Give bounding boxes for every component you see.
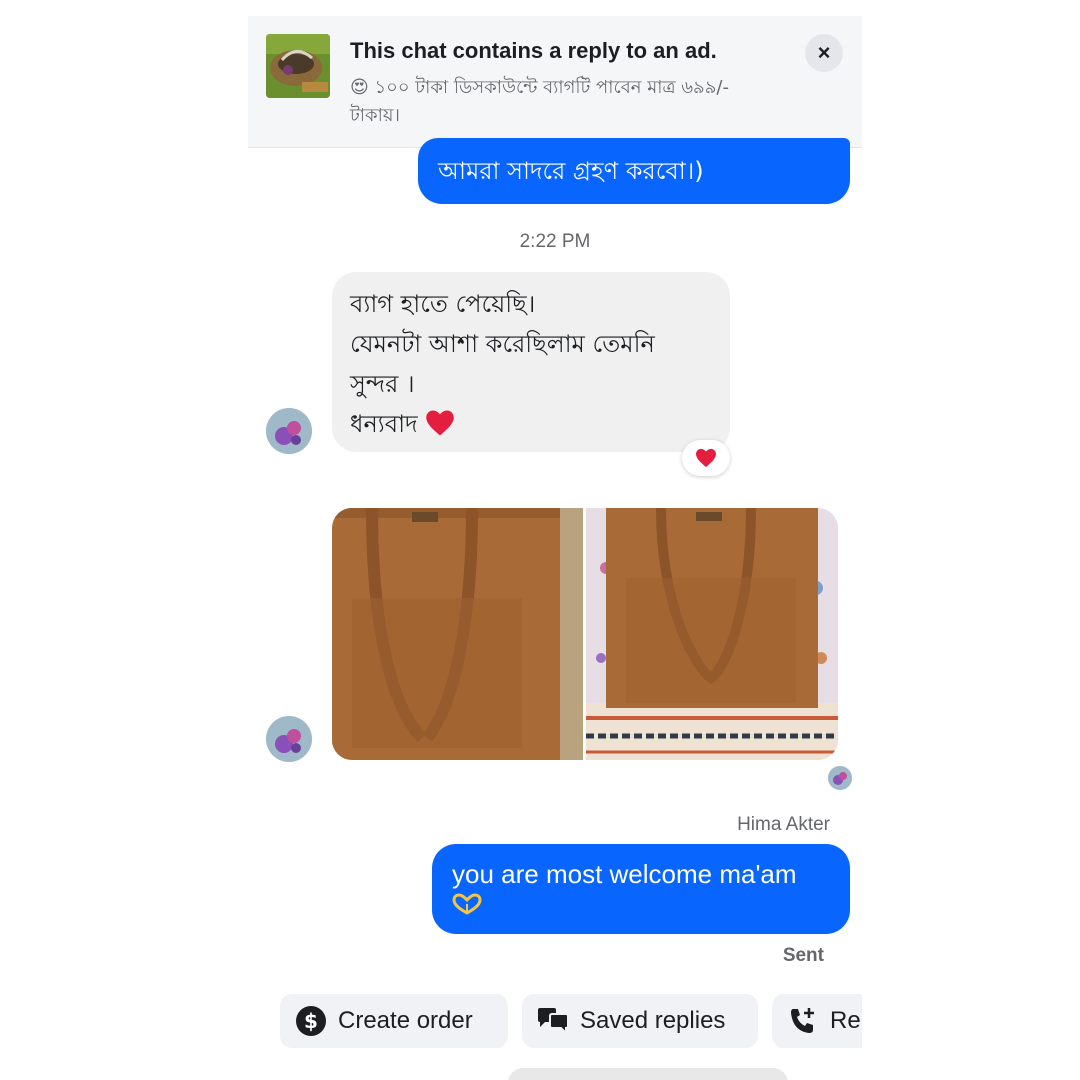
chat-screen: This chat contains a reply to an ad. 😍 ১… — [248, 0, 862, 1080]
contact-avatar[interactable] — [266, 716, 312, 762]
request-call-button[interactable]: Re — [772, 994, 862, 1048]
sent-status: Sent — [782, 945, 824, 966]
bottom-input-pill[interactable] — [508, 1068, 788, 1080]
phone-plus-icon — [786, 1004, 820, 1038]
close-icon: × — [817, 40, 831, 65]
message-text: আমরা সাদরে গ্রহণ করবো।) — [438, 157, 704, 185]
bag-photo-2[interactable] — [586, 508, 838, 760]
message-timestamp: 2:22 PM — [519, 231, 591, 252]
message-line-text: ধন্যবাদ — [350, 410, 418, 438]
ad-banner-subtitle: 😍 ১০০ টাকা ডিসকাউন্টে ব্যাগটি পাবেন মাত্… — [350, 74, 770, 130]
create-order-button[interactable]: $ Create order — [280, 994, 508, 1048]
contact-avatar[interactable] — [266, 408, 312, 454]
heart-reaction[interactable] — [682, 440, 730, 476]
dollar-icon: $ — [294, 1004, 328, 1038]
message-text: you are most welcome ma'am — [452, 859, 797, 889]
heart-hands-icon — [452, 893, 482, 915]
heart-reaction-icon — [696, 448, 716, 468]
red-heart-icon — [426, 410, 455, 436]
close-banner-button[interactable]: × — [805, 34, 843, 72]
message-line: সুন্দর । — [350, 370, 415, 398]
request-call-label: Re — [830, 1007, 861, 1034]
sender-name: Hima Akter — [737, 814, 830, 835]
create-order-label: Create order — [338, 1007, 473, 1034]
outgoing-message-previous[interactable]: আমরা সাদরে গ্রহণ করবো।) — [418, 138, 850, 204]
ad-banner-title: This chat contains a reply to an ad. — [350, 38, 717, 63]
incoming-message[interactable]: ব্যাগ হাতে পেয়েছি। যেমনটা আশা করেছিলাম … — [332, 272, 730, 452]
smiling-heart-eyes-emoji: 😍 — [350, 77, 369, 98]
svg-text:$: $ — [304, 1009, 318, 1033]
outgoing-message[interactable]: you are most welcome ma'am — [432, 844, 850, 934]
bag-photo-1[interactable] — [332, 508, 583, 760]
message-line: যেমনটা আশা করেছিলাম তেমনি — [350, 330, 655, 358]
seen-avatar — [828, 766, 852, 790]
chat-bubbles-icon — [536, 1004, 570, 1038]
saved-replies-button[interactable]: Saved replies — [522, 994, 758, 1048]
ad-subtitle-text: ১০০ টাকা ডিসকাউন্টে ব্যাগটি পাবেন মাত্র … — [350, 77, 729, 126]
saved-replies-label: Saved replies — [580, 1007, 726, 1034]
message-line-with-heart: ধন্যবাদ — [350, 404, 712, 444]
message-line: ব্যাগ হাতে পেয়েছি। — [350, 290, 536, 318]
ad-thumbnail — [266, 34, 330, 98]
ad-reply-banner[interactable]: This chat contains a reply to an ad. 😍 ১… — [248, 16, 862, 148]
incoming-photo-group[interactable] — [332, 508, 838, 760]
